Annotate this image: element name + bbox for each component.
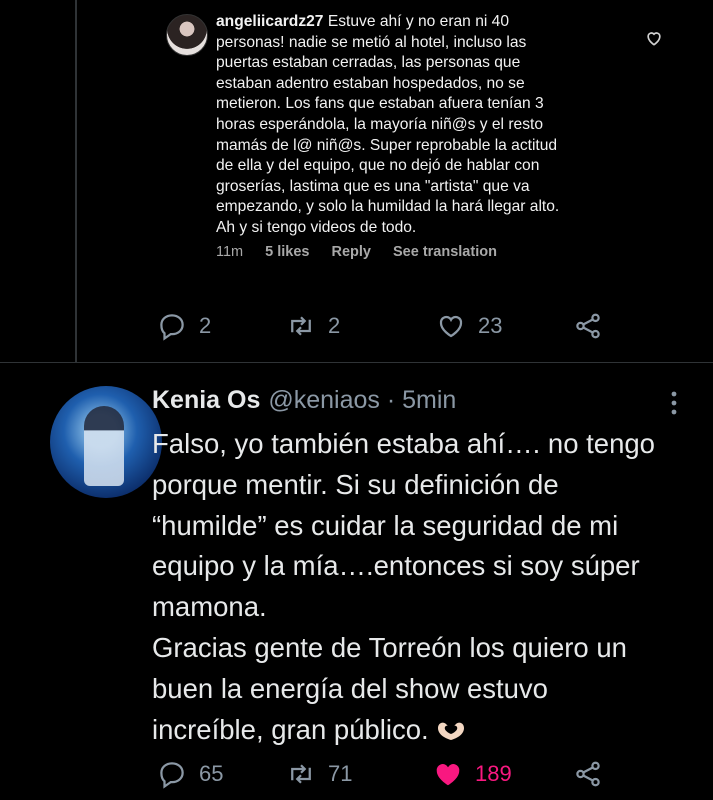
- thread-line: [75, 0, 77, 362]
- tweet-header: Kenia Os @keniaos · 5min: [152, 386, 456, 415]
- comment-likes[interactable]: 5 likes: [265, 244, 309, 260]
- tweet-text-content: Falso, yo también estaba ahí…. no tengo …: [152, 428, 655, 745]
- reply-icon: [160, 762, 184, 789]
- comment-text: Estuve ahí y no eran ni 40 personas! nad…: [216, 13, 560, 236]
- like-count: 189: [475, 761, 512, 786]
- comment-meta: 11m 5 likes Reply See translation: [216, 244, 519, 260]
- like-button[interactable]: 23: [436, 311, 502, 341]
- retweet-button[interactable]: 71: [286, 759, 352, 789]
- avatar[interactable]: [50, 386, 162, 498]
- heart-outline-icon[interactable]: [644, 28, 664, 48]
- author-handle[interactable]: @keniaos · 5min: [268, 386, 456, 415]
- retweet-count: 2: [328, 313, 341, 338]
- retweet-count: 71: [328, 761, 353, 786]
- reply-button[interactable]: 2: [157, 311, 211, 341]
- reply-count: 2: [199, 313, 212, 338]
- heart-filled-icon: [436, 764, 460, 786]
- retweet-icon: [291, 764, 311, 784]
- comment-translate-link[interactable]: See translation: [393, 244, 497, 260]
- retweet-icon: [291, 316, 311, 336]
- share-button[interactable]: [573, 311, 603, 341]
- divider: [0, 362, 713, 363]
- comment-reply-link[interactable]: Reply: [331, 244, 371, 260]
- retweet-button[interactable]: 2: [286, 311, 340, 341]
- comment-time: 11m: [216, 244, 244, 260]
- like-count: 23: [478, 313, 503, 338]
- heart-hands-emoji-icon: [437, 722, 464, 740]
- avatar-photo: [84, 406, 124, 486]
- reply-count: 65: [199, 761, 224, 786]
- tweet-text: Falso, yo también estaba ahí…. no tengo …: [152, 424, 697, 750]
- comment-body: angeliicardz27 Estuve ahí y no eran ni 4…: [216, 12, 646, 239]
- reply-icon: [160, 314, 184, 341]
- share-button[interactable]: [573, 759, 603, 789]
- commenter-avatar[interactable]: [166, 14, 208, 56]
- like-button[interactable]: 189: [433, 759, 512, 789]
- share-icon: [576, 761, 600, 787]
- comment-username[interactable]: angeliicardz27: [216, 13, 323, 30]
- heart-outline-icon: [439, 315, 463, 338]
- reply-button[interactable]: 65: [157, 759, 223, 789]
- share-icon: [576, 313, 600, 339]
- more-options-icon[interactable]: [668, 388, 680, 418]
- author-name[interactable]: Kenia Os: [152, 386, 260, 415]
